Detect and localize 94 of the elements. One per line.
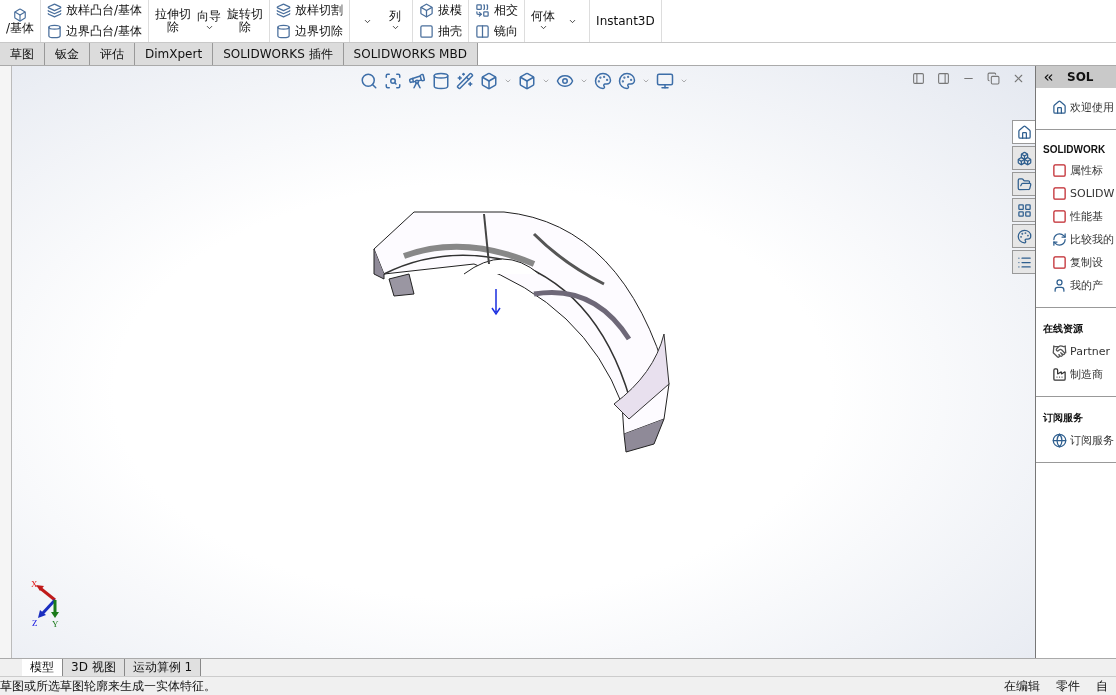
- task-pane-link[interactable]: 性能基: [1036, 205, 1116, 228]
- dynamic-view-icon[interactable]: [455, 72, 474, 90]
- list-icon: [1016, 254, 1032, 270]
- ribbon-tab[interactable]: 钣金: [45, 43, 90, 65]
- task-pane-link[interactable]: Partner: [1036, 340, 1116, 363]
- ribbon-button[interactable]: 拉伸切 除: [155, 0, 192, 42]
- section-view-icon[interactable]: [431, 72, 450, 90]
- ribbon-button[interactable]: 放样凸台/基体: [47, 2, 143, 19]
- document-icon: [1052, 186, 1067, 201]
- zoom-fit-icon[interactable]: [359, 72, 378, 90]
- document-icon: [1052, 209, 1067, 224]
- section-heading: 订阅服务: [1042, 411, 1084, 425]
- display-style-icon[interactable]: [517, 72, 536, 90]
- globe-icon: [1052, 433, 1067, 448]
- cube-icon: [419, 3, 435, 18]
- layers-icon: [47, 3, 63, 18]
- ribbon-button[interactable]: 相交: [475, 2, 519, 19]
- palette-icon: [1016, 228, 1032, 244]
- status-document: 零件: [1055, 677, 1081, 695]
- ribbon-button[interactable]: 镜向: [475, 23, 519, 40]
- home-icon: [1052, 100, 1067, 115]
- edit-appearance-icon[interactable]: [593, 72, 612, 90]
- cube-icon: [13, 7, 27, 22]
- axis-label: X: [31, 579, 38, 589]
- document-icon: [1052, 163, 1067, 178]
- axis-label: Z: [32, 618, 38, 628]
- ribbon-button[interactable]: 放样切割: [276, 2, 344, 19]
- refresh-icon: [1052, 232, 1067, 247]
- ribbon-button[interactable]: 列: [384, 0, 407, 42]
- zoom-area-icon[interactable]: [383, 72, 402, 90]
- task-pane-tab[interactable]: [1012, 198, 1035, 222]
- task-pane-link[interactable]: 复制设: [1036, 251, 1116, 274]
- ribbon-button[interactable]: 抽壳: [419, 23, 463, 40]
- task-pane-link[interactable]: SOLIDW: [1036, 182, 1116, 205]
- user-icon: [1052, 278, 1067, 293]
- model-tab[interactable]: 3D 视图: [63, 659, 125, 676]
- cylinder-icon: [276, 24, 292, 39]
- ribbon-button[interactable]: 旋转切 除: [227, 0, 264, 42]
- task-pane-link[interactable]: 比较我的: [1036, 228, 1116, 251]
- ribbon-tab[interactable]: DimXpert: [135, 43, 214, 65]
- ribbon-tab[interactable]: 草图: [0, 43, 45, 65]
- restore-icon[interactable]: [987, 72, 1000, 85]
- task-pane-tab[interactable]: [1012, 146, 1035, 170]
- document-icon: [1052, 255, 1067, 270]
- ribbon-button[interactable]: 何体: [531, 0, 556, 42]
- scene-icon[interactable]: [617, 72, 636, 90]
- handshake-icon: [1052, 344, 1067, 359]
- status-message: 草图或所选草图轮廓来生成一实体特征。: [0, 677, 217, 695]
- close-icon[interactable]: [1012, 72, 1025, 85]
- task-pane-tab[interactable]: [1012, 120, 1035, 144]
- ribbon-tab[interactable]: 评估: [90, 43, 135, 65]
- task-pane-tab[interactable]: [1012, 250, 1035, 274]
- ribbon-button[interactable]: 向导: [197, 0, 222, 42]
- ribbon-button[interactable]: /基体: [6, 0, 35, 42]
- section-heading: SOLIDWORK: [1042, 143, 1107, 157]
- ribbon-tab[interactable]: SOLIDWORKS 插件: [213, 43, 344, 65]
- parts-icon: [1016, 150, 1032, 166]
- model-tab[interactable]: 运动算例 1: [124, 659, 202, 676]
- factory-icon: [1052, 367, 1067, 382]
- pane-title: SOL: [1067, 70, 1094, 84]
- task-pane-link[interactable]: 制造商: [1036, 363, 1116, 386]
- layers-icon: [276, 3, 292, 18]
- x-axis-arrow: [36, 585, 56, 602]
- tile-right-icon[interactable]: [937, 72, 950, 85]
- axis-label: Y: [52, 619, 59, 628]
- view-settings-icon[interactable]: [655, 72, 674, 90]
- cylinder-icon: [47, 24, 63, 39]
- task-pane-link[interactable]: 订阅服务: [1036, 429, 1116, 452]
- task-pane-tab[interactable]: [1012, 224, 1035, 248]
- hide-show-icon[interactable]: [555, 72, 574, 90]
- home-icon: [1016, 124, 1032, 140]
- previous-view-icon[interactable]: [407, 72, 426, 90]
- status-mode: 在编辑: [1003, 677, 1041, 695]
- intersect-icon: [475, 3, 491, 18]
- task-pane-link[interactable]: 我的产: [1036, 274, 1116, 297]
- grid-icon: [1016, 202, 1032, 218]
- section-heading: 在线资源: [1042, 322, 1084, 336]
- z-axis-arrow: [38, 598, 57, 618]
- square-icon: [419, 24, 435, 39]
- mirror-icon: [475, 24, 491, 39]
- tile-left-icon[interactable]: [912, 72, 925, 85]
- task-pane-tab[interactable]: [1012, 172, 1035, 196]
- ribbon-button[interactable]: 拔模: [419, 2, 463, 19]
- status-units: 自: [1095, 677, 1109, 695]
- task-pane-link[interactable]: 欢迎使用: [1036, 96, 1116, 119]
- view-orientation-icon[interactable]: [479, 72, 498, 90]
- ribbon-button[interactable]: 边界凸台/基体: [47, 23, 143, 40]
- y-axis-arrow: [51, 600, 59, 618]
- task-pane-link[interactable]: 属性标: [1036, 159, 1116, 182]
- model-tab[interactable]: 模型: [22, 659, 63, 676]
- ribbon-button[interactable]: 边界切除: [276, 23, 344, 40]
- folder-icon: [1016, 176, 1032, 192]
- ribbon-button[interactable]: Instant3D: [596, 0, 655, 42]
- ribbon-tab[interactable]: SOLIDWORKS MBD: [343, 43, 478, 65]
